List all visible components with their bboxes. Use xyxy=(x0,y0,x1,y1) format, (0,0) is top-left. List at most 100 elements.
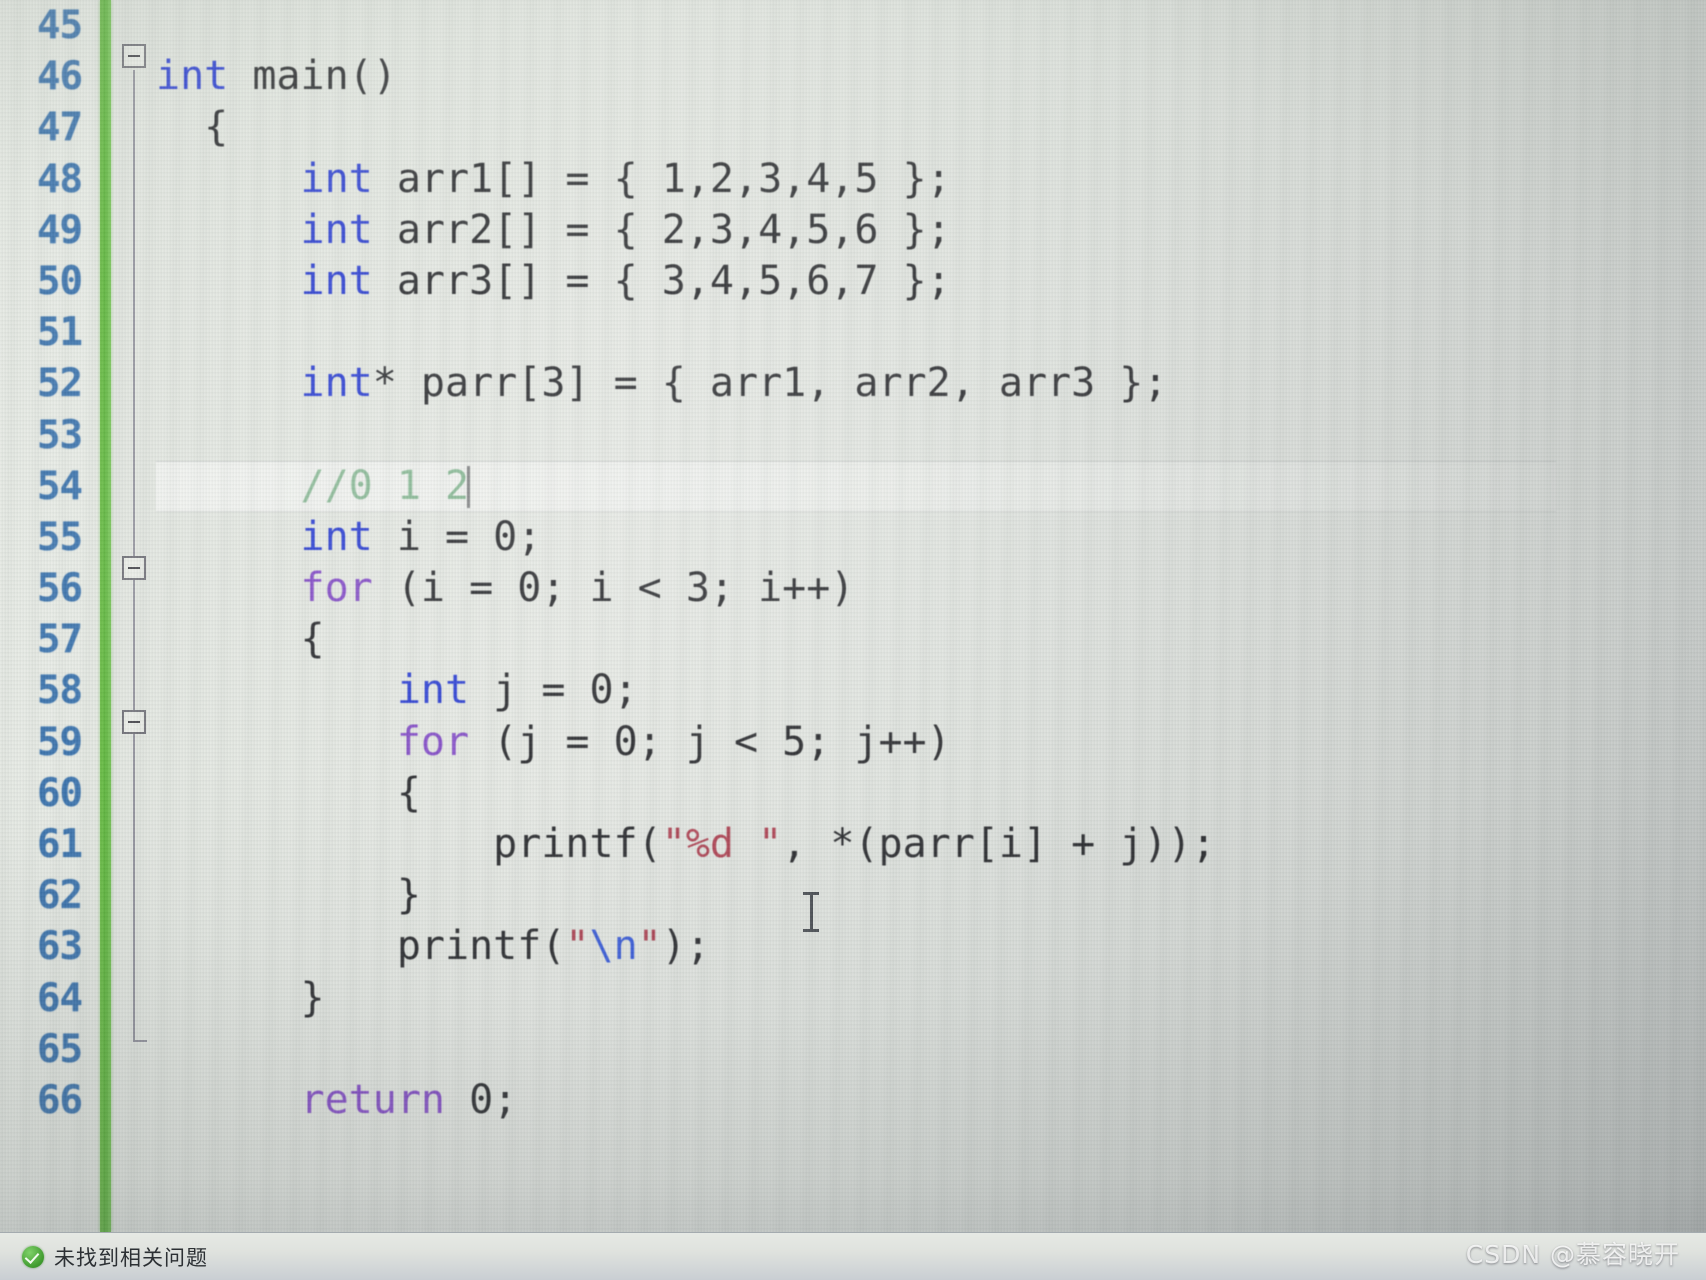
line-number: 53 xyxy=(37,412,83,458)
code-line[interactable]: { xyxy=(156,614,1706,665)
line-number: 50 xyxy=(37,258,83,304)
code-line[interactable]: printf("%d ", *(parr[i] + j)); xyxy=(156,819,1706,870)
line-number: 63 xyxy=(37,924,83,970)
code-token: int xyxy=(396,667,470,714)
code-token: ); xyxy=(661,923,710,970)
code-token: arr3[] = { 3,4,5,6,7 }; xyxy=(372,257,951,304)
code-token: " xyxy=(565,923,590,970)
code-token: //0 1 2 xyxy=(300,462,470,509)
code-line[interactable]: int main() xyxy=(156,51,1706,102)
line-number: 48 xyxy=(37,156,83,202)
line-number: 62 xyxy=(37,873,83,919)
line-number: 45 xyxy=(37,3,83,48)
code-token: \n xyxy=(589,923,638,970)
code-line[interactable]: int arr2[] = { 2,3,4,5,6 }; xyxy=(156,205,1706,256)
code-line[interactable]: return 0; xyxy=(156,1075,1706,1126)
code-folding-column[interactable] xyxy=(111,0,156,1232)
code-line[interactable] xyxy=(156,307,1706,358)
code-token: (i = 0; i < 3; i++) xyxy=(372,565,855,612)
code-line[interactable]: int arr1[] = { 1,2,3,4,5 }; xyxy=(156,154,1706,205)
code-token: int xyxy=(300,257,373,304)
fold-toggle-minus-icon[interactable] xyxy=(122,44,146,68)
code-token: printf( xyxy=(156,821,662,867)
line-number: 61 xyxy=(37,822,83,867)
code-line[interactable]: int i = 0; xyxy=(156,512,1706,563)
csdn-watermark: CSDN @慕容晓开 xyxy=(1465,1240,1680,1269)
code-token: int xyxy=(300,513,373,560)
code-token: arr2[] = { 2,3,4,5,6 }; xyxy=(372,206,951,253)
code-token: { xyxy=(156,769,421,816)
status-bar: 未找到相关问题 xyxy=(0,1232,1706,1280)
code-line[interactable]: int arr3[] = { 3,4,5,6,7 }; xyxy=(156,256,1706,307)
code-token: main() xyxy=(228,53,397,100)
line-number: 52 xyxy=(37,361,83,407)
check-circle-icon xyxy=(22,1245,44,1268)
line-number: 59 xyxy=(37,719,83,765)
code-line[interactable] xyxy=(156,1024,1706,1075)
code-line[interactable]: int j = 0; xyxy=(156,665,1706,716)
screen-photo: 45 46 47 48 49 50 51 52 53 54 55 56 57 58 59 60 61 62 63 64… xyxy=(0,0,1706,1280)
code-line[interactable]: { xyxy=(156,102,1706,153)
code-token: i = 0; xyxy=(372,513,542,560)
code-line[interactable]: } xyxy=(156,973,1706,1024)
code-token: int xyxy=(156,53,229,100)
code-token: int xyxy=(300,155,373,202)
code-token: " xyxy=(637,923,662,970)
line-number: 65 xyxy=(37,1026,83,1072)
text-caret xyxy=(467,465,471,508)
line-number: 46 xyxy=(37,54,83,100)
code-token: "%d " xyxy=(661,821,783,867)
code-line[interactable]: printf("\n"); xyxy=(156,921,1706,972)
code-line[interactable]: for (i = 0; i < 3; i++) xyxy=(156,563,1706,614)
status-message: 未找到相关问题 xyxy=(54,1245,208,1270)
code-line[interactable]: } xyxy=(156,870,1706,921)
line-number: 51 xyxy=(37,310,83,356)
editor-gutter: 45 46 47 48 49 50 51 52 53 54 55 56 57 58 59 60 61 62 63 64… xyxy=(0,0,100,1232)
fold-scope-line xyxy=(133,70,135,1040)
code-token: for xyxy=(300,565,373,612)
code-token: { xyxy=(156,616,325,663)
code-token: } xyxy=(156,872,421,919)
code-token: * parr[3] = { arr1, arr2, arr3 }; xyxy=(372,360,1168,407)
code-token: } xyxy=(156,974,325,1021)
line-number: 57 xyxy=(37,617,83,663)
code-text-area[interactable]: int main() { int arr1[] = { 1,2,3,4,5 };… xyxy=(156,0,1706,1232)
code-line[interactable]: { xyxy=(156,768,1706,819)
line-number: 60 xyxy=(37,770,83,816)
code-line[interactable] xyxy=(156,0,1706,51)
code-line[interactable] xyxy=(156,410,1706,461)
code-token: int xyxy=(300,206,373,253)
line-number: 49 xyxy=(37,207,83,253)
line-number: 54 xyxy=(37,463,83,509)
status-bar-left-group: 未找到相关问题 xyxy=(22,1242,208,1272)
code-token: arr1[] = { 1,2,3,4,5 }; xyxy=(372,155,951,202)
code-token: 0; xyxy=(445,1076,518,1123)
code-token: j = 0; xyxy=(469,667,638,714)
line-number: 58 xyxy=(37,668,83,714)
fold-scope-end-tick xyxy=(133,1040,147,1042)
code-line[interactable]: //0 1 2 xyxy=(156,460,1706,512)
line-number-column: 45 46 47 48 49 50 51 52 53 54 55 56 57 58 59 60 61 62 63 64… xyxy=(0,0,100,1126)
fold-toggle-minus-icon[interactable] xyxy=(122,556,146,580)
code-token: for xyxy=(396,718,470,765)
code-token: { xyxy=(156,104,229,151)
code-line[interactable]: int* parr[3] = { arr1, arr2, arr3 }; xyxy=(156,358,1706,409)
code-line[interactable]: for (j = 0; j < 5; j++) xyxy=(156,717,1706,768)
change-indicator-bar xyxy=(100,0,111,1232)
fold-toggle-minus-icon[interactable] xyxy=(122,710,146,734)
code-token: (j = 0; j < 5; j++) xyxy=(469,718,951,765)
line-number: 56 xyxy=(37,566,83,612)
code-token: int xyxy=(300,360,373,407)
code-token: printf( xyxy=(156,923,566,970)
code-token: return xyxy=(300,1076,446,1123)
line-number: 64 xyxy=(37,975,83,1021)
